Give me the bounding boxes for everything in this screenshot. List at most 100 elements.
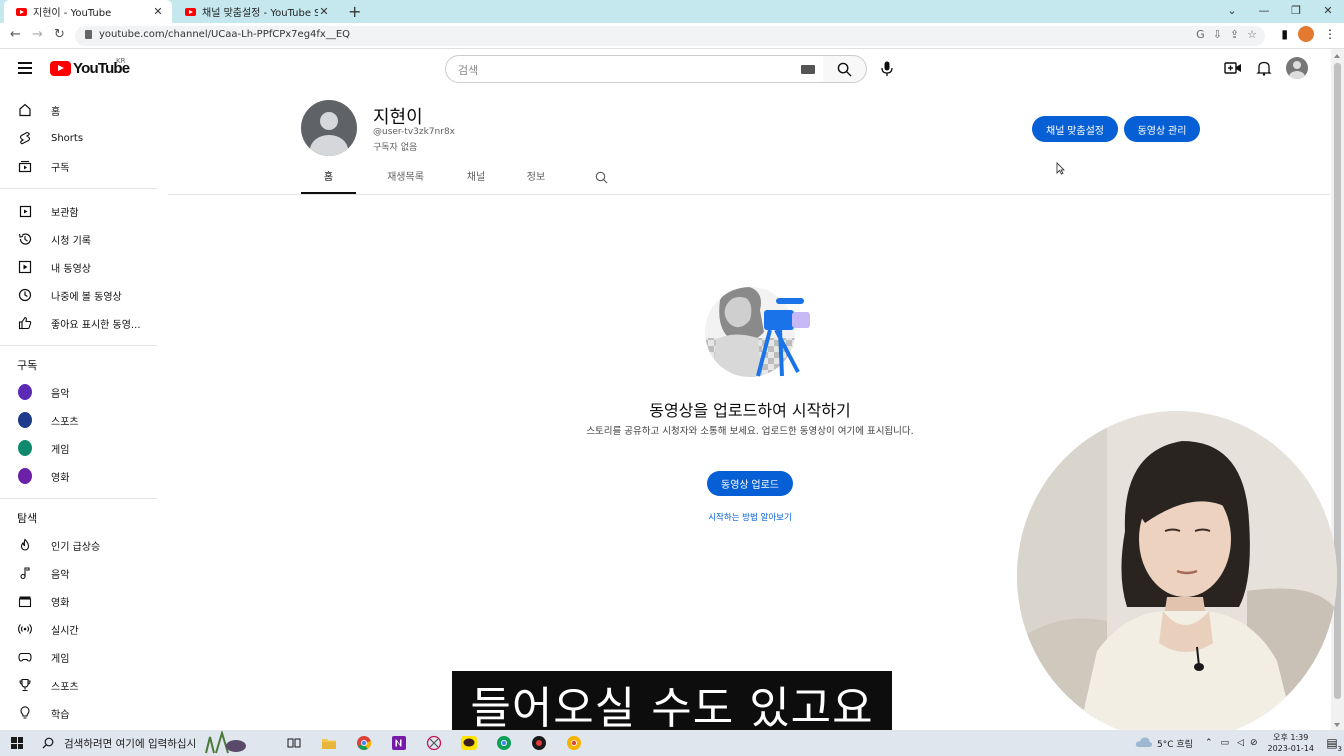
onenote-icon[interactable] (387, 733, 411, 753)
volume-icon[interactable]: ◁ (1237, 738, 1244, 748)
learn-how-link[interactable]: 시작하는 방법 알아보기 (660, 511, 840, 523)
subscriber-count: 구독자 없음 (373, 143, 418, 153)
sidebar-item-explore-music[interactable]: 음악 (0, 559, 160, 587)
close-tab-icon[interactable]: ✕ (318, 5, 330, 18)
keyboard-icon[interactable] (801, 65, 815, 74)
tray-overflow-chevron-icon[interactable]: ⌃ (1205, 738, 1213, 748)
file-explorer-icon[interactable] (317, 733, 341, 753)
sidebar-item-learning[interactable]: 학습 (0, 699, 160, 727)
channel-avatar[interactable] (301, 100, 357, 156)
sidebar-item-channel-movies[interactable]: 영화 (0, 462, 160, 490)
scrollbar-thumb[interactable] (1334, 63, 1341, 699)
channel-name: 지현이 (373, 107, 423, 128)
new-tab-icon[interactable]: + (348, 2, 361, 21)
customize-channel-button[interactable]: 채널 맞춤설정 (1032, 116, 1118, 142)
sidebar-item-label: 영화 (51, 597, 70, 609)
taskbar-clock[interactable]: 오후 1:39 2023-01-14 (1268, 732, 1315, 754)
close-window-icon[interactable]: ✕ (1312, 0, 1344, 23)
sidebar-item-shorts[interactable]: Shorts (0, 124, 160, 152)
page-scrollbar[interactable] (1331, 49, 1344, 730)
tab-about[interactable]: 정보 (508, 166, 564, 194)
install-icon[interactable]: ⇩ (1213, 28, 1222, 41)
tab-channels[interactable]: 채널 (447, 166, 505, 194)
google-icon[interactable]: G (1196, 28, 1205, 41)
more-menu-icon[interactable]: ⋮ (1324, 27, 1336, 41)
trophy-icon (18, 678, 32, 692)
notifications-icon[interactable]: ▤ 3 (1320, 736, 1344, 753)
shorts-icon (18, 131, 32, 145)
sidebar-item-trending[interactable]: 인기 급상승 (0, 531, 160, 559)
sidebar-item-explore-sports[interactable]: 스포츠 (0, 671, 160, 699)
close-tab-icon[interactable]: ✕ (152, 5, 164, 18)
browser-tab-inactive[interactable]: 채널 맞춤설정 - YouTube Studio ✕ (173, 0, 338, 23)
channel-search-icon[interactable] (595, 171, 608, 184)
taskbar-search-field[interactable]: 검색하려면 여기에 입력하십시 (36, 731, 272, 755)
restore-icon[interactable]: ❐ (1280, 0, 1312, 23)
manage-videos-button[interactable]: 동영상 관리 (1124, 116, 1200, 142)
sidebar-item-home[interactable]: 홈 (0, 96, 160, 124)
sidebar-item-watch-later[interactable]: 나중에 볼 동영상 (0, 281, 160, 309)
reload-icon[interactable]: ↻ (54, 27, 65, 42)
search-button[interactable] (823, 55, 867, 83)
snipping-tool-icon[interactable] (422, 733, 446, 753)
search-placeholder: 검색 (458, 64, 479, 77)
share-icon[interactable]: ⇪ (1230, 28, 1239, 41)
sidebar-item-channel-gaming[interactable]: 게임 (0, 434, 160, 462)
sidebar-item-history[interactable]: 시청 기록 (0, 225, 160, 253)
notifications-bell-icon[interactable] (1256, 60, 1272, 76)
network-icon[interactable]: ▭ (1221, 738, 1230, 748)
language-icon[interactable]: ⊘ (1250, 738, 1258, 748)
side-panel-icon[interactable]: ▮ (1281, 27, 1288, 41)
windows-start-icon[interactable] (11, 737, 23, 749)
url-field[interactable]: youtube.com/channel/UCaa-Lh-PPfCPx7eg4fx… (75, 26, 1265, 46)
back-icon[interactable]: ← (10, 27, 21, 42)
profile-avatar-icon[interactable] (1298, 26, 1314, 42)
sidebar-item-label: 게임 (51, 653, 70, 665)
tab-playlists[interactable]: 재생목록 (364, 166, 447, 194)
channel-handle: @user-tv3zk7nr8x (373, 127, 456, 137)
sidebar-item-explore-gaming[interactable]: 게임 (0, 643, 160, 671)
sidebar-item-live[interactable]: 실시간 (0, 615, 160, 643)
weather-cloud-icon[interactable] (1135, 736, 1153, 751)
sidebar-item-liked-videos[interactable]: 좋아요 표시한 동영... (0, 309, 160, 337)
youtube-logo[interactable]: YouTube KR (50, 57, 130, 77)
weather-text[interactable]: 5°C 흐림 (1157, 737, 1193, 750)
kakaotalk-icon[interactable] (457, 733, 481, 753)
account-avatar[interactable] (1286, 57, 1308, 79)
chrome-icon[interactable] (352, 733, 376, 753)
sidebar-item-my-videos[interactable]: 내 동영상 (0, 253, 160, 281)
sidebar-item-library[interactable]: 보관함 (0, 197, 160, 225)
microphone-icon[interactable] (876, 55, 898, 83)
taskbar-pinned-apps (282, 733, 586, 753)
webcam-presenter-video (1017, 411, 1337, 741)
search-input[interactable]: 검색 (445, 55, 824, 83)
scroll-up-arrow-icon[interactable] (1334, 54, 1340, 58)
sidebar-item-channel-sports[interactable]: 스포츠 (0, 406, 160, 434)
recording-app-icon[interactable] (527, 733, 551, 753)
chrome-profile-icon[interactable] (492, 733, 516, 753)
search-highlight-art-icon (205, 731, 247, 754)
system-tray: 5°C 흐림 ⌃ ▭ ◁ ⊘ 오후 1:39 2023-01-14 ▤ 3 (1135, 730, 1344, 756)
tab-title: 지현이 - YouTube (33, 8, 112, 19)
tab-search-chevron-icon[interactable]: ⌄ (1216, 0, 1248, 23)
upload-video-button[interactable]: 동영상 업로드 (707, 471, 793, 496)
sidebar-item-channel-music[interactable]: 음악 (0, 378, 160, 406)
subscriptions-icon (18, 159, 32, 173)
browser-tab-active[interactable]: 지현이 - YouTube ✕ (4, 0, 172, 23)
taskbar-search-placeholder: 검색하려면 여기에 입력하십시 (64, 737, 197, 750)
tab-home[interactable]: 홈 (301, 166, 356, 194)
forward-icon[interactable]: → (32, 27, 43, 42)
sidebar-section-title: 구독 (17, 359, 38, 372)
sidebar-item-explore-movies[interactable]: 영화 (0, 587, 160, 615)
create-video-icon[interactable] (1224, 61, 1242, 75)
hamburger-menu-icon[interactable] (18, 62, 32, 74)
notification-count: 3 (1337, 745, 1342, 753)
sidebar-item-label: 나중에 볼 동영상 (51, 291, 122, 303)
scroll-down-arrow-icon[interactable] (1334, 723, 1340, 727)
sidebar-item-subscriptions[interactable]: 구독 (0, 152, 160, 180)
minimize-icon[interactable]: — (1248, 0, 1280, 23)
task-view-icon[interactable] (282, 733, 306, 753)
sidebar-item-label: 인기 급상승 (51, 541, 101, 553)
chrome-second-profile-icon[interactable] (562, 733, 586, 753)
bookmark-star-icon[interactable]: ☆ (1247, 28, 1257, 41)
